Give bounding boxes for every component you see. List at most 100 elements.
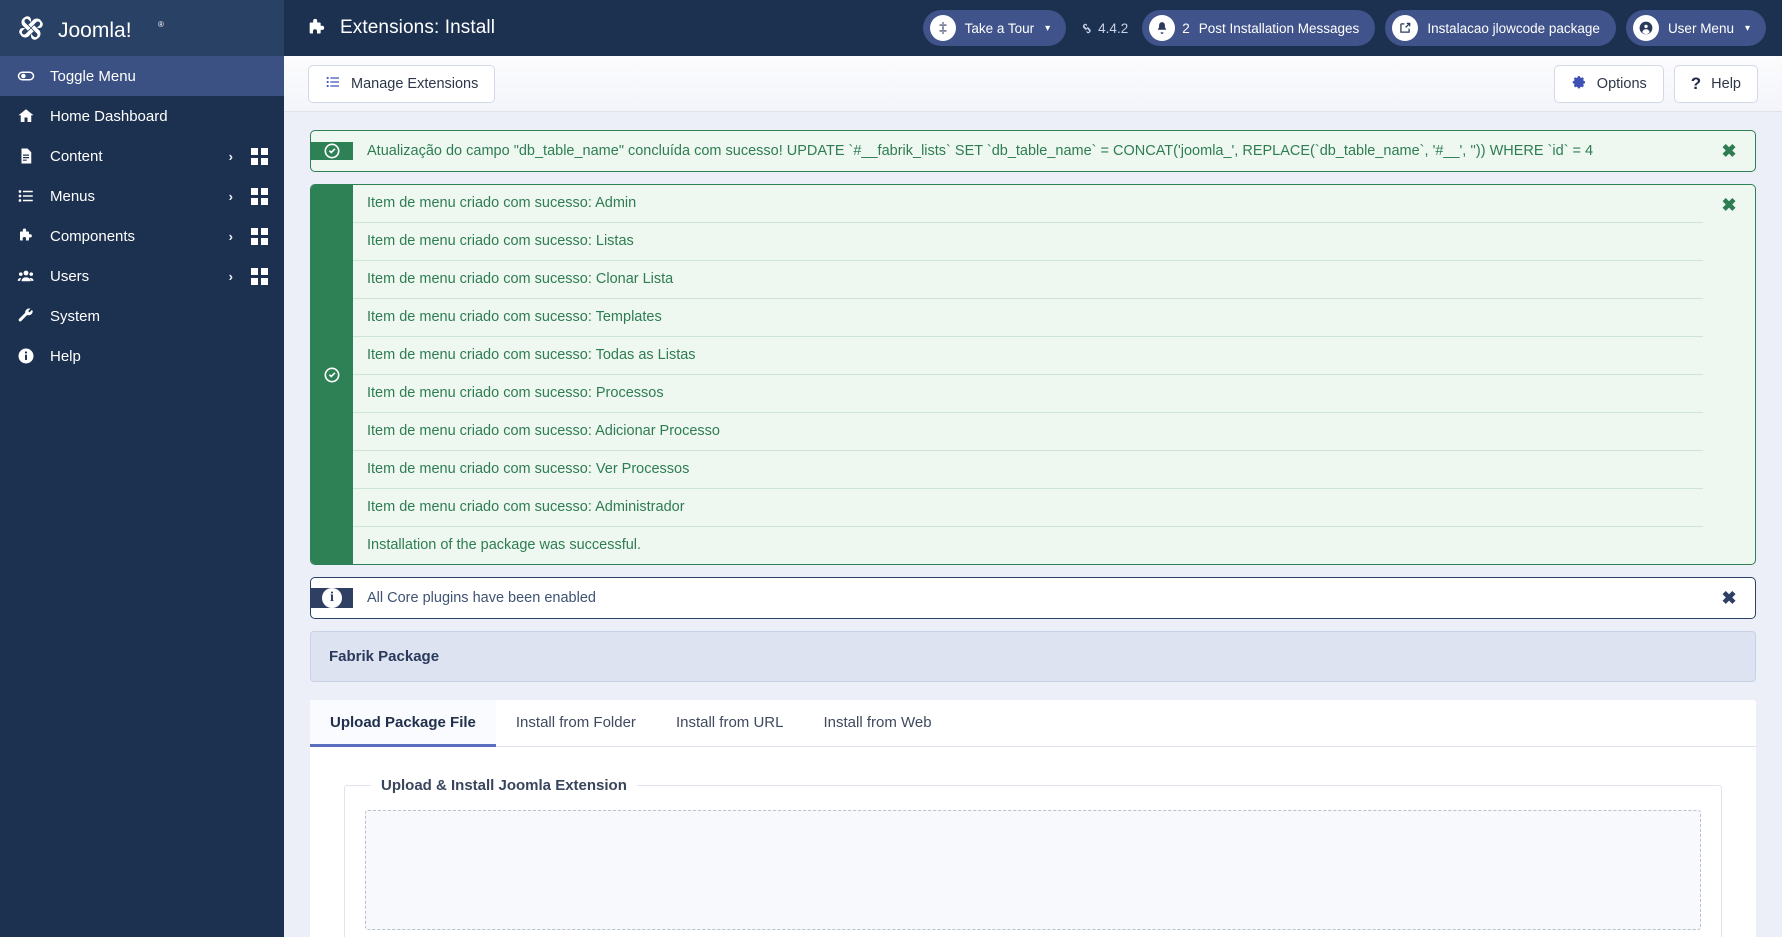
help-button[interactable]: ? Help <box>1673 64 1758 103</box>
info-icon: i <box>322 588 342 608</box>
brand-wordmark: Joomla! ® <box>58 17 176 42</box>
upload-fieldset-legend: Upload & Install Joomla Extension <box>381 777 627 794</box>
svg-text:Joomla!: Joomla! <box>58 19 132 42</box>
close-icon[interactable]: ✖ <box>1703 142 1755 160</box>
home-icon <box>14 107 38 125</box>
tour-icon <box>929 15 956 41</box>
sidebar-item-content[interactable]: Content › <box>0 136 284 176</box>
document-icon <box>14 147 38 165</box>
gear-icon <box>1571 74 1587 94</box>
grid-icon[interactable] <box>251 227 268 245</box>
page-title-area: Extensions: Install <box>284 0 923 56</box>
alert-sql-success: Atualização do campo "db_table_name" con… <box>310 130 1756 172</box>
manage-extensions-label: Manage Extensions <box>351 75 479 92</box>
sidebar-item-toggle-menu[interactable]: Toggle Menu <box>0 56 284 96</box>
install-tab-card: Upload Package File Install from Folder … <box>310 700 1756 937</box>
alert-icon-bar: i <box>311 588 353 608</box>
manage-extensions-button[interactable]: Manage Extensions <box>308 64 496 103</box>
users-icon <box>14 267 38 285</box>
svg-text:®: ® <box>158 20 164 29</box>
sidebar-item-help[interactable]: Help <box>0 336 284 376</box>
alert-message: Item de menu criado com sucesso: Adminis… <box>353 488 1703 526</box>
sidebar-item-components[interactable]: Components › <box>0 216 284 256</box>
post-installation-messages-button[interactable]: 2 Post Installation Messages <box>1142 10 1376 46</box>
package-link-label: Instalacao jlowcode package <box>1427 20 1600 36</box>
chevron-right-icon: › <box>228 148 233 164</box>
grid-icon[interactable] <box>251 147 268 165</box>
toolbar-right-group: Options ? Help <box>1553 64 1758 103</box>
sidebar-item-menus[interactable]: Menus › <box>0 176 284 216</box>
file-dropzone[interactable] <box>365 810 1701 930</box>
question-mark-icon: ? <box>1690 74 1702 93</box>
package-link-button[interactable]: Instalacao jlowcode package <box>1385 10 1616 46</box>
version-number: 4.4.2 <box>1098 20 1129 36</box>
sidebar-item-label: Home Dashboard <box>50 107 168 125</box>
alert-message: Item de menu criado com sucesso: Adicion… <box>353 412 1703 450</box>
options-button[interactable]: Options <box>1553 64 1664 103</box>
package-title-bar: Fabrik Package <box>310 631 1756 682</box>
sidebar-item-system[interactable]: System <box>0 296 284 336</box>
upload-fieldset: Upload & Install Joomla Extension <box>344 777 1722 937</box>
alert-message: Item de menu criado com sucesso: Process… <box>353 374 1703 412</box>
brand-logo-area[interactable]: Joomla! ® <box>0 0 284 56</box>
alert-message: All Core plugins have been enabled <box>367 589 596 606</box>
sidebar-item-home-dashboard[interactable]: Home Dashboard <box>0 96 284 136</box>
wrench-icon <box>14 307 38 325</box>
list-icon <box>325 74 341 94</box>
user-icon <box>1632 15 1659 41</box>
options-label: Options <box>1596 75 1647 92</box>
chevron-right-icon: › <box>228 188 233 204</box>
grid-icon[interactable] <box>251 267 268 285</box>
joomla-small-icon <box>1083 23 1091 33</box>
app-shell: Toggle Menu Home Dashboard Content › Men… <box>0 56 1782 937</box>
tab-install-from-url[interactable]: Install from URL <box>656 700 804 747</box>
help-label: Help <box>1711 75 1741 92</box>
puzzle-icon <box>14 227 38 245</box>
sidebar-item-label: Toggle Menu <box>50 67 136 85</box>
take-a-tour-button[interactable]: Take a Tour ▾ <box>922 10 1067 46</box>
alert-icon-bar <box>311 185 353 564</box>
grid-icon[interactable] <box>251 187 268 205</box>
check-circle-icon <box>324 367 340 382</box>
top-header: Joomla! ® Extensions: Install Take a Tou… <box>0 0 1782 56</box>
post-installation-label: Post Installation Messages <box>1198 20 1360 36</box>
user-menu-label: User Menu <box>1667 20 1734 36</box>
main-area: Manage Extensions Options ? Help Atualiz… <box>284 56 1782 937</box>
close-icon[interactable]: ✖ <box>1703 589 1755 607</box>
sidebar-item-label: Content <box>50 147 103 165</box>
sidebar-item-label: Components <box>50 227 136 245</box>
alert-icon-bar <box>311 142 353 160</box>
alert-message: Item de menu criado com sucesso: Clonar … <box>353 260 1703 298</box>
chevron-right-icon: › <box>228 268 233 284</box>
alert-message: Item de menu criado com sucesso: Admin <box>367 195 637 211</box>
external-link-icon <box>1392 15 1419 41</box>
alert-menu-items-created: Item de menu criado com sucesso: Admin I… <box>310 184 1756 565</box>
sidebar-item-label: Users <box>50 267 90 285</box>
sidebar-item-label: System <box>50 307 101 325</box>
chevron-right-icon: › <box>228 228 233 244</box>
alert-message: Item de menu criado com sucesso: Listas <box>353 222 1703 260</box>
package-title: Fabrik Package <box>329 648 440 665</box>
alert-body: All Core plugins have been enabled <box>353 580 1703 617</box>
sidebar-item-users[interactable]: Users › <box>0 256 284 296</box>
take-a-tour-label: Take a Tour <box>964 20 1035 36</box>
alert-message: Atualização do campo "db_table_name" con… <box>367 142 1594 159</box>
chevron-down-icon: ▾ <box>1744 22 1750 34</box>
header-actions: Take a Tour ▾ 4.4.2 2 Post Installation … <box>922 0 1782 56</box>
tab-install-from-web[interactable]: Install from Web <box>803 700 951 747</box>
install-tabs: Upload Package File Install from Folder … <box>310 700 1756 747</box>
check-circle-icon <box>324 143 340 159</box>
bell-icon <box>1149 15 1176 41</box>
joomla-logo-icon <box>14 11 48 45</box>
alert-body: Atualização do campo "db_table_name" con… <box>353 133 1703 170</box>
tab-install-from-folder[interactable]: Install from Folder <box>496 700 656 747</box>
tab-upload-package-file[interactable]: Upload Package File <box>310 700 496 747</box>
user-menu-button[interactable]: User Menu ▾ <box>1625 10 1766 46</box>
joomla-version: 4.4.2 <box>1076 21 1132 36</box>
page-title: Extensions: Install <box>340 17 496 38</box>
alert-message: Item de menu criado com sucesso: Ver Pro… <box>353 450 1703 488</box>
list-icon <box>14 187 38 205</box>
close-icon[interactable]: ✖ <box>1703 185 1755 564</box>
upload-panel: Upload & Install Joomla Extension <box>310 747 1756 937</box>
chevron-down-icon: ▾ <box>1045 22 1051 34</box>
